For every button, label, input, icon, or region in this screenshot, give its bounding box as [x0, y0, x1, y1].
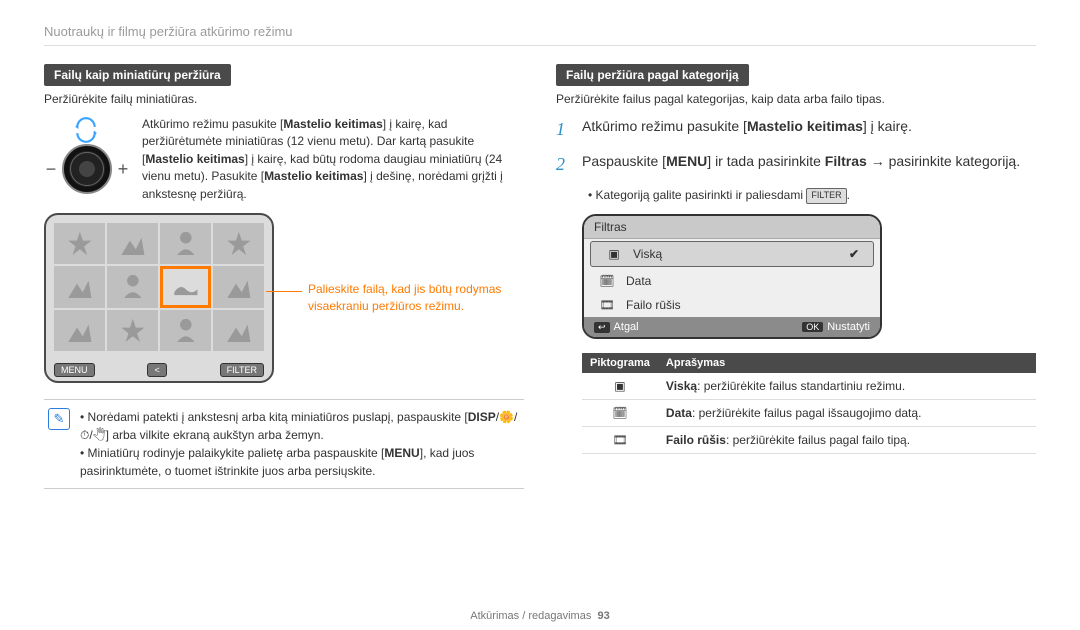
menu-back: ↩Atgal: [594, 321, 639, 333]
sub-bullet: Kategoriją galite pasirinkti ir paliesda…: [582, 186, 1036, 204]
lens-icon: [62, 144, 112, 194]
step-number: 1: [556, 116, 572, 143]
row-icon-type: 🎞: [582, 427, 658, 454]
page-header: Nuotraukų ir filmų peržiūra atkūrimo rež…: [44, 24, 1036, 46]
right-section-title: Failų peržiūra pagal kategoriją: [556, 64, 749, 86]
menu-set: OKNustatyti: [802, 321, 870, 333]
note-item: Norėdami patekti į ankstesnį arba kitą m…: [80, 408, 520, 444]
filter-menu-device: Filtras ▣ Viską ✔ 🗓 Data 🎞 Failo rūšis ↩…: [582, 214, 882, 339]
film-icon: 🎞: [598, 298, 616, 312]
menu-item-all: ▣ Viską ✔: [590, 241, 874, 267]
row-desc: Failo rūšis: peržiūrėkite failus pagal f…: [658, 427, 1036, 454]
cam-menu-button: MENU: [54, 363, 95, 377]
thumb: [54, 266, 105, 307]
thumb-callout: Palieskite failą, kad jis būtų rodymas v…: [290, 281, 524, 315]
camera-thumbnail-screen: MENU < FILTER: [44, 213, 274, 383]
thumb: [107, 223, 158, 264]
description-table: Piktograma Aprašymas ▣ Viską: peržiūrėki…: [582, 353, 1036, 454]
note-box: ✎ Norėdami patekti į ankstesnį arba kitą…: [44, 399, 524, 489]
menu-item-date: 🗓 Data: [584, 269, 880, 293]
thumb: [54, 223, 105, 264]
check-icon: ✔: [849, 247, 859, 261]
step-2: Paspauskite [MENU] ir tada pasirinkite F…: [582, 151, 1036, 178]
step-1: Atkūrimo režimu pasukite [Mastelio keiti…: [582, 116, 1036, 143]
menu-item-type: 🎞 Failo rūšis: [584, 293, 880, 317]
note-icon: ✎: [48, 408, 70, 430]
thumb: [213, 266, 264, 307]
minus-icon: −: [44, 159, 58, 180]
thumb: [213, 223, 264, 264]
page-footer: Atkūrimas / redagavimas 93: [0, 610, 1080, 622]
left-intro: Peržiūrėkite failų miniatiūras.: [44, 92, 524, 106]
left-column: Failų kaip miniatiūrų peržiūra Peržiūrėk…: [44, 64, 524, 489]
thumb: [107, 266, 158, 307]
row-desc: Viską: peržiūrėkite failus standartiniu …: [658, 373, 1036, 400]
left-section-title: Failų kaip miniatiūrų peržiūra: [44, 64, 231, 86]
right-intro: Peržiūrėkite failus pagal kategorijas, k…: [556, 92, 1036, 106]
filter-inline-button: FILTER: [806, 188, 846, 204]
thumb: [107, 310, 158, 351]
row-icon-date: 🗓: [582, 400, 658, 427]
lens-instruction: Atkūrimo režimu pasukite [Mastelio keiti…: [142, 116, 524, 203]
thumb: [160, 223, 211, 264]
thumb: [54, 310, 105, 351]
plus-icon: +: [116, 159, 130, 180]
thumb: [160, 310, 211, 351]
rotate-arrows-icon: [73, 116, 101, 144]
calendar-icon: 🗓: [598, 274, 616, 288]
menu-title: Filtras: [584, 216, 880, 239]
cam-share-button: <: [147, 363, 166, 377]
note-item: Miniatiūrų rodinyje palaikykite palietę …: [80, 444, 520, 480]
step-number: 2: [556, 151, 572, 178]
thumb: [213, 310, 264, 351]
row-desc: Data: peržiūrėkite failus pagal išsaugoj…: [658, 400, 1036, 427]
th-icon: Piktograma: [582, 353, 658, 373]
th-desc: Aprašymas: [658, 353, 1036, 373]
cam-filter-button: FILTER: [220, 363, 264, 377]
right-column: Failų peržiūra pagal kategoriją Peržiūrė…: [556, 64, 1036, 489]
thumb-selected: [160, 266, 211, 307]
row-icon-all: ▣: [582, 373, 658, 400]
all-icon: ▣: [605, 247, 623, 261]
